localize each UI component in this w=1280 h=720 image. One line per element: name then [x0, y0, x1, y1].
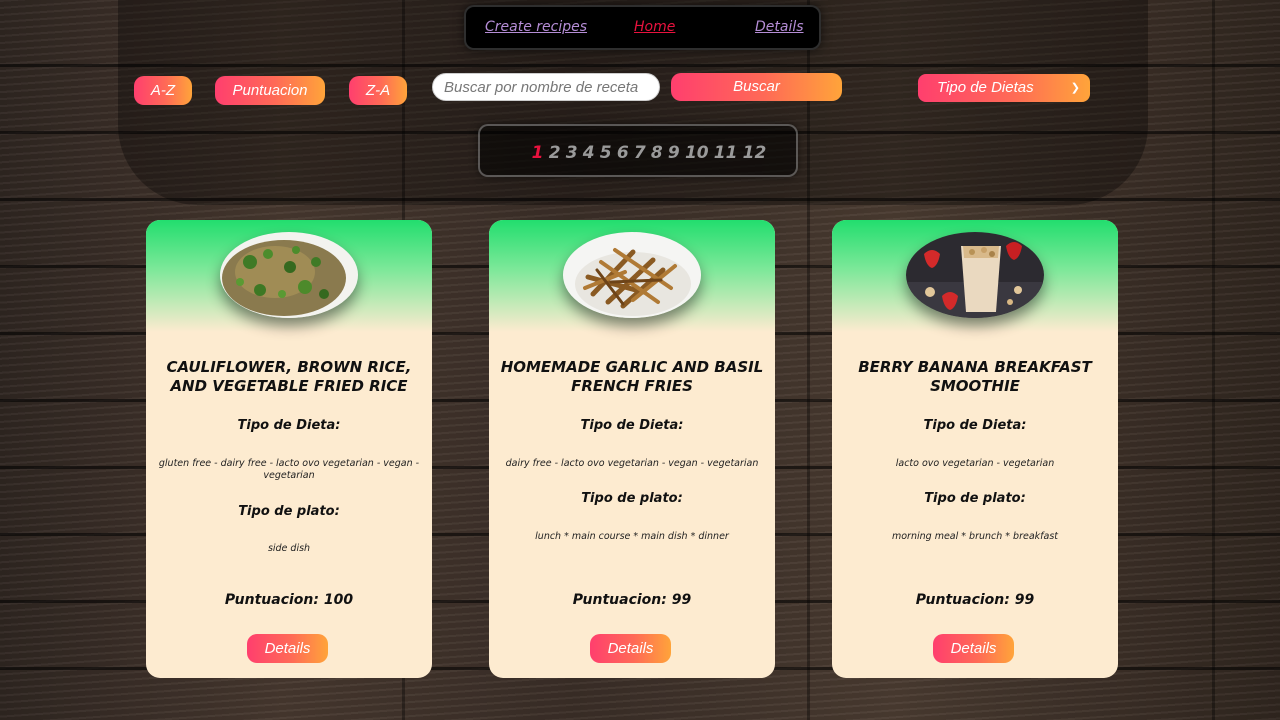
- dish-type-list: morning meal * brunch * breakfast: [891, 531, 1058, 542]
- recipe-card: Cauliflower, Brown Rice, and Vegetable F…: [146, 220, 432, 678]
- nav-home-link[interactable]: Home: [634, 19, 675, 35]
- smoothie-photo: [906, 232, 1044, 318]
- page-link-2[interactable]: 2: [549, 143, 561, 163]
- search-input[interactable]: [432, 73, 660, 101]
- fried-rice-photo: [220, 232, 358, 318]
- details-button[interactable]: Details: [933, 634, 1014, 663]
- page-link-10[interactable]: 10: [685, 143, 709, 163]
- diet-heading: Tipo de Dieta:: [237, 418, 341, 433]
- diet-list: lacto ovo vegetarian - vegetarian: [895, 458, 1055, 469]
- page-link-6[interactable]: 6: [617, 143, 629, 163]
- pagination: 1 2 3 4 5 6 7 8 9 10 11 12: [478, 124, 798, 177]
- page-link-9[interactable]: 9: [668, 143, 680, 163]
- dish-type-list: side dish: [267, 543, 311, 554]
- diet-heading: Tipo de Dieta:: [580, 418, 684, 433]
- page-link-7[interactable]: 7: [634, 143, 646, 163]
- page-link-8[interactable]: 8: [651, 143, 663, 163]
- diet-type-select[interactable]: Tipo de Dietas ❯: [918, 74, 1090, 102]
- recipe-title: Cauliflower, Brown Rice, and Vegetable F…: [166, 358, 412, 395]
- search-button[interactable]: Buscar: [671, 73, 842, 101]
- dish-heading: Tipo de plato:: [924, 491, 1026, 506]
- diet-list: gluten free - dairy free - lacto ovo veg…: [158, 458, 420, 481]
- nav-create-recipes-link[interactable]: Create recipes: [485, 19, 587, 35]
- page-link-4[interactable]: 4: [583, 143, 595, 163]
- page-link-12[interactable]: 12: [743, 143, 767, 163]
- recipe-score: Puntuacion: 99: [572, 592, 692, 608]
- top-nav: Create recipes Home Details: [464, 5, 821, 50]
- page-link-1[interactable]: 1: [532, 143, 544, 163]
- sort-score-button[interactable]: Puntuacion: [215, 76, 325, 105]
- recipe-card: Berry Banana Breakfast Smoothie Tipo de …: [832, 220, 1118, 678]
- dish-type-list: lunch * main course * main dish * dinner: [535, 531, 729, 542]
- recipe-title: Homemade Garlic and Basil French Fries: [500, 358, 764, 395]
- recipe-card: Homemade Garlic and Basil French Fries T…: [489, 220, 775, 678]
- recipe-score: Puntuacion: 99: [915, 592, 1035, 608]
- recipe-score: Puntuacion: 100: [224, 592, 354, 608]
- sort-az-button[interactable]: A-Z: [134, 76, 192, 105]
- diet-type-select-value: Tipo de Dietas: [937, 79, 1034, 96]
- details-button[interactable]: Details: [590, 634, 671, 663]
- dish-heading: Tipo de plato:: [581, 491, 683, 506]
- details-button[interactable]: Details: [247, 634, 328, 663]
- nav-details-link[interactable]: Details: [755, 19, 804, 35]
- page-link-3[interactable]: 3: [566, 143, 578, 163]
- french-fries-photo: [563, 232, 701, 318]
- diet-list: dairy free - lacto ovo vegetarian - vega…: [505, 458, 759, 469]
- chevron-down-icon: ❯: [1070, 82, 1080, 94]
- dish-heading: Tipo de plato:: [238, 504, 340, 519]
- diet-heading: Tipo de Dieta:: [923, 418, 1027, 433]
- page-link-5[interactable]: 5: [600, 143, 612, 163]
- recipe-title: Berry Banana Breakfast Smoothie: [858, 358, 1092, 395]
- sort-za-button[interactable]: Z-A: [349, 76, 407, 105]
- page-link-11[interactable]: 11: [714, 143, 738, 163]
